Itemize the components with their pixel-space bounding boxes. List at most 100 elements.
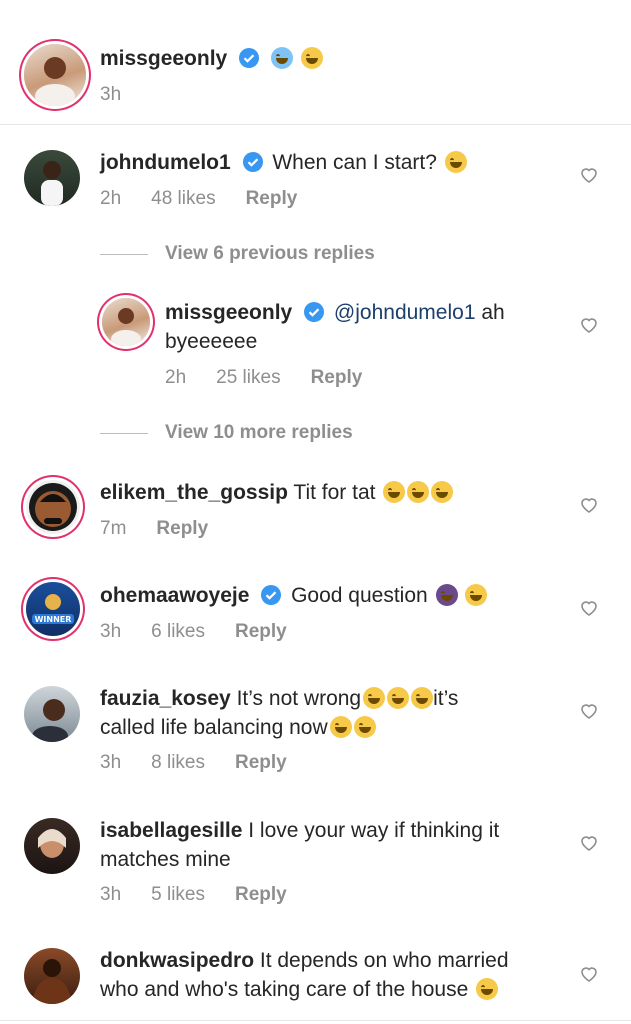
comment-body: It’s not wrong [236,687,362,710]
comment-text: ohemaawoyeje Good question [100,581,488,610]
avatar-badge-text: WINNER [35,615,72,624]
post-header: missgeeonly 3h [0,0,631,125]
comment-body-line2: who and who's taking care of the house [100,978,469,1001]
mention-link[interactable]: @johndumelo1 [334,301,476,324]
reply-button[interactable]: Reply [246,188,298,209]
laughing-emoji-icon [465,584,488,606]
comment-meta: 7m Reply [100,518,238,540]
comment-body-line2: matches mine [100,848,231,871]
laughing-emoji-icon [431,481,454,503]
reply-button[interactable]: Reply [235,752,287,773]
post-caption: missgeeonly [100,44,323,73]
reply-body-line2: byeeeeee [165,330,258,353]
laughing-emoji-icon [387,687,410,709]
woman-facepalming-emoji-icon [435,584,458,606]
verified-badge-icon [242,152,263,172]
reply-button[interactable]: Reply [235,621,287,642]
laughing-emoji-icon [407,481,430,503]
view-replies-line [100,254,148,255]
laughing-emoji-icon [329,716,352,738]
comment-text: fauzia_kosey It’s not wrong it’s called l… [100,684,570,742]
reply-button[interactable]: Reply [156,518,208,539]
reply-button[interactable]: Reply [235,884,287,905]
person-icon [41,161,63,206]
comment-username[interactable]: elikem_the_gossip [100,481,288,504]
person-icon [32,699,68,742]
laughing-emoji-icon [383,481,406,503]
reply-button[interactable]: Reply [311,367,363,388]
laughing-emoji-icon [476,978,499,1000]
verified-badge-icon [304,302,325,322]
grin-emoji-icon [444,151,467,173]
avatar[interactable] [24,150,80,206]
mind-blown-emoji-icon [300,47,323,69]
comment-username[interactable]: isabellagesille [100,819,242,842]
reply-body: ah [475,301,505,324]
view-more-replies-button[interactable]: View 10 more replies [165,422,353,444]
comment-text: johndumelo1 When can I start? [100,148,467,177]
comment-body: It depends on who married [259,949,509,972]
avatar[interactable] [102,298,150,346]
verified-badge-icon [261,585,282,605]
comment-text: elikem_the_gossip Tit for tat [100,478,454,507]
comment-body-line2: called life balancing now [100,716,328,739]
cartoon-avatar-icon [29,483,77,531]
reply-meta: 2h 25 likes Reply [165,367,392,389]
post-username[interactable]: missgeeonly [100,47,227,70]
comment-time: 3h [100,752,122,773]
avatar[interactable] [24,686,80,742]
comment-likes[interactable]: 6 likes [151,621,205,642]
comment-username[interactable]: donkwasipedro [100,949,254,972]
person-icon [32,959,72,1004]
comment-text: isabellagesille I love your way if think… [100,816,560,874]
person-icon [111,308,141,346]
comment-meta: 2h 48 likes Reply [100,188,327,210]
comment-time: 3h [100,621,122,642]
comment-body: Good question [291,584,428,607]
laughing-emoji-icon [353,716,376,738]
avatar[interactable] [24,44,86,106]
comment-time: 7m [100,518,127,539]
verified-badge-icon [239,48,260,68]
heart-icon[interactable] [580,317,598,333]
heart-icon[interactable] [580,497,598,513]
heart-icon[interactable] [580,167,598,183]
avatar[interactable] [24,948,80,1004]
comment-body: I love your way if thinking it [248,819,500,842]
comment-body: When can I start? [272,151,437,174]
comment-likes[interactable]: 8 likes [151,752,205,773]
comment-meta: 3h 5 likes Reply [100,884,317,906]
avatar[interactable] [24,818,80,874]
comment-likes[interactable]: 48 likes [151,188,215,209]
avatar[interactable] [26,480,80,534]
comment-text: donkwasipedro It depends on who married … [100,946,570,1004]
winner-badge-icon: WINNER [32,594,74,624]
avatar[interactable]: WINNER [26,582,80,636]
view-replies-line [100,433,148,434]
heart-icon[interactable] [580,966,598,982]
comment-meta: 3h 8 likes Reply [100,752,317,774]
view-previous-replies-button[interactable]: View 6 previous replies [165,243,375,265]
comment-time: 2h [100,188,122,209]
comment-body-mid: it’s [433,687,459,710]
reply-text: missgeeonly @johndumelo1 ah byeeeeee [165,298,555,356]
reply-time: 2h [165,367,187,388]
comment-body: Tit for tat [293,481,376,504]
heart-icon[interactable] [580,835,598,851]
divider [0,124,631,125]
comment-username[interactable]: ohemaawoyeje [100,584,249,607]
laughing-emoji-icon [363,687,386,709]
reply-likes[interactable]: 25 likes [216,367,280,388]
comment-username[interactable]: fauzia_kosey [100,687,231,710]
reply-username[interactable]: missgeeonly [165,301,292,324]
heart-icon[interactable] [580,703,598,719]
heart-icon[interactable] [580,600,598,616]
laughing-emoji-icon [411,687,434,709]
person-icon [35,57,75,106]
person-icon [38,829,66,858]
scream-emoji-icon [270,47,293,69]
comment-username[interactable]: johndumelo1 [100,151,231,174]
comment-likes[interactable]: 5 likes [151,884,205,905]
comment-time: 3h [100,884,122,905]
divider [0,1020,631,1021]
